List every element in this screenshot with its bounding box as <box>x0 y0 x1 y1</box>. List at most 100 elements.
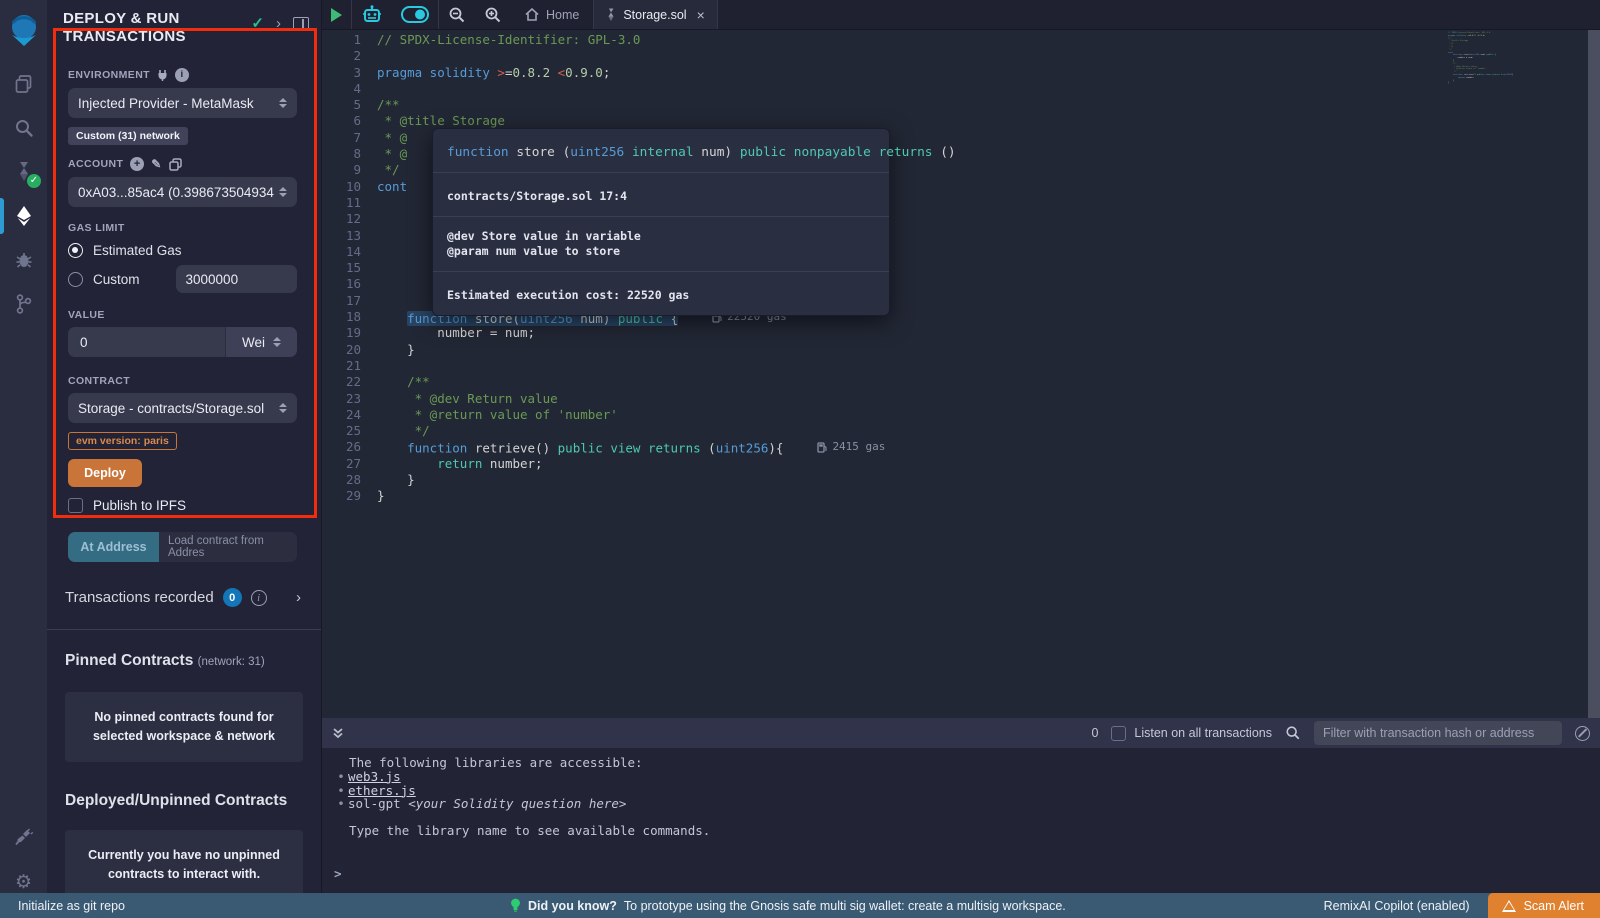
chevron-updown-icon <box>279 187 287 197</box>
code-editor[interactable]: 1// SPDX-License-Identifier: GPL-3.023pr… <box>322 30 1600 718</box>
line-number: 22 <box>322 374 377 390</box>
toggle-on-icon <box>401 6 429 23</box>
remix-ide-window: ✓ ⚙ DEPLOY & RUN TRANSACTIONS ✓ › <box>0 0 1600 918</box>
did-you-know-label: Did you know? <box>528 899 617 913</box>
terminal-collapse-icon[interactable] <box>332 727 344 739</box>
line-number: 2 <box>322 48 377 64</box>
code-line: 21 <box>322 358 1600 374</box>
chevron-updown-icon <box>279 403 287 413</box>
line-number: 5 <box>322 97 377 113</box>
account-select[interactable]: 0xA03...85ac4 (0.398673504934 <box>68 177 297 207</box>
listen-label: Listen on all transactions <box>1134 726 1272 740</box>
value-unit-select[interactable]: Wei <box>225 327 297 357</box>
clear-console-icon[interactable] <box>1575 726 1590 741</box>
value-input[interactable]: 0 <box>68 327 225 357</box>
scam-alert-button[interactable]: Scam Alert <box>1488 893 1600 918</box>
line-number: 26 <box>322 439 377 455</box>
solidity-file-icon <box>606 8 616 22</box>
publish-ipfs-row[interactable]: Publish to IPFS <box>68 498 297 513</box>
custom-gas-input[interactable]: 3000000 <box>176 265 297 293</box>
terminal-prompt[interactable]: > <box>334 867 1600 881</box>
line-number: 15 <box>322 260 377 276</box>
transactions-recorded-row: Transactions recorded 0 i › <box>47 562 321 621</box>
at-address-input[interactable]: Load contract from Addres <box>159 532 297 562</box>
code-line: 5/** <box>322 97 1600 113</box>
line-number: 21 <box>322 358 377 374</box>
environment-select[interactable]: Injected Provider - MetaMask <box>68 88 297 118</box>
git-icon[interactable] <box>0 282 47 326</box>
estimated-gas-radio[interactable]: Estimated Gas <box>68 243 297 258</box>
line-number: 7 <box>322 130 377 146</box>
listen-checkbox[interactable] <box>1111 726 1126 741</box>
remix-assistant-logo-icon[interactable] <box>0 8 47 52</box>
transactions-count-badge: 0 <box>223 588 242 607</box>
file-explorer-icon[interactable] <box>0 62 47 106</box>
panel-expand-icon[interactable]: › <box>276 15 281 32</box>
chevron-updown-icon <box>279 98 287 108</box>
tab-storage-sol[interactable]: Storage.sol × <box>593 0 717 29</box>
code-line: 28 } <box>322 472 1600 488</box>
close-tab-icon[interactable]: × <box>697 7 705 23</box>
robot-icon <box>361 5 383 25</box>
solidity-compiler-icon[interactable]: ✓ <box>0 150 47 194</box>
editor-minimap[interactable]: // SPDX-License-Identifier: GPL-3.0pragm… <box>1448 32 1518 85</box>
tab-home[interactable]: Home <box>511 0 593 29</box>
line-number: 8 <box>322 146 377 162</box>
transactions-recorded-label: Transactions recorded <box>65 589 214 606</box>
code-line: 23 * @dev Return value <box>322 391 1600 407</box>
status-bar: Initialize as git repo Did you know? To … <box>0 893 1600 918</box>
function-hover-tooltip: function store (uint256 internal num) pu… <box>432 128 890 316</box>
line-number: 4 <box>322 81 377 97</box>
deploy-run-icon[interactable] <box>0 194 47 238</box>
play-icon <box>331 8 342 22</box>
deploy-button[interactable]: Deploy <box>68 459 142 487</box>
plugin-manager-icon[interactable] <box>0 816 47 860</box>
line-number: 24 <box>322 407 377 423</box>
code-line: 3pragma solidity >=0.8.2 <0.9.0; <box>322 65 1600 81</box>
listen-all-transactions[interactable]: Listen on all transactions <box>1111 726 1272 741</box>
code-line: 4 <box>322 81 1600 97</box>
pin-panel-icon[interactable] <box>293 17 309 30</box>
line-number: 1 <box>322 32 377 48</box>
code-line: 27 return number; <box>322 456 1600 472</box>
search-icon[interactable] <box>0 106 47 150</box>
run-script-button[interactable] <box>322 0 351 29</box>
transaction-filter-input[interactable]: Filter with transaction hash or address <box>1314 721 1562 745</box>
line-number: 28 <box>322 472 377 488</box>
add-account-icon[interactable]: + <box>130 157 144 171</box>
line-number: 20 <box>322 342 377 358</box>
git-init-status[interactable]: Initialize as git repo <box>0 899 125 913</box>
contract-select[interactable]: Storage - contracts/Storage.sol <box>68 393 297 423</box>
debugger-icon[interactable] <box>0 238 47 282</box>
zoom-in-button[interactable] <box>475 0 511 29</box>
terminal-output[interactable]: The following libraries are accessible: … <box>322 748 1600 893</box>
editor-scrollbar[interactable] <box>1588 30 1600 718</box>
warning-icon <box>1502 900 1516 912</box>
at-address-button[interactable]: At Address <box>68 532 159 562</box>
panel-check-icon: ✓ <box>251 14 264 32</box>
icon-sidebar: ✓ ⚙ <box>0 0 47 918</box>
transactions-info-icon[interactable]: i <box>251 590 267 606</box>
editor-tabs-bar: Home Storage.sol × <box>322 0 1600 30</box>
sign-message-icon[interactable]: ✎ <box>151 157 161 171</box>
copilot-status[interactable]: RemixAI Copilot (enabled) <box>1324 899 1488 913</box>
web3js-link[interactable]: web3.js <box>348 769 401 784</box>
publish-ipfs-checkbox[interactable] <box>68 498 83 513</box>
zoom-out-button[interactable] <box>439 0 475 29</box>
line-number: 17 <box>322 293 377 309</box>
radio-selected-icon[interactable] <box>68 243 83 258</box>
ai-copilot-button[interactable] <box>352 0 392 29</box>
line-number: 10 <box>322 179 377 195</box>
value-label: VALUE <box>68 309 297 321</box>
environment-info-icon[interactable]: i <box>175 68 189 82</box>
did-you-know-tip: Did you know? To prototype using the Gno… <box>510 898 1066 913</box>
tooltip-gas-cost: Estimated execution cost: 22520 gas <box>447 288 689 302</box>
gas-estimate-widget: 2415 gas <box>817 439 885 455</box>
transactions-expand-icon[interactable]: › <box>296 589 301 606</box>
ethersjs-link[interactable]: ethers.js <box>348 783 416 798</box>
line-number: 12 <box>322 211 377 227</box>
compile-success-badge: ✓ <box>27 174 41 188</box>
ai-copilot-toggle[interactable] <box>392 0 438 29</box>
custom-gas-radio[interactable] <box>68 272 83 287</box>
copy-address-icon[interactable] <box>169 158 182 171</box>
